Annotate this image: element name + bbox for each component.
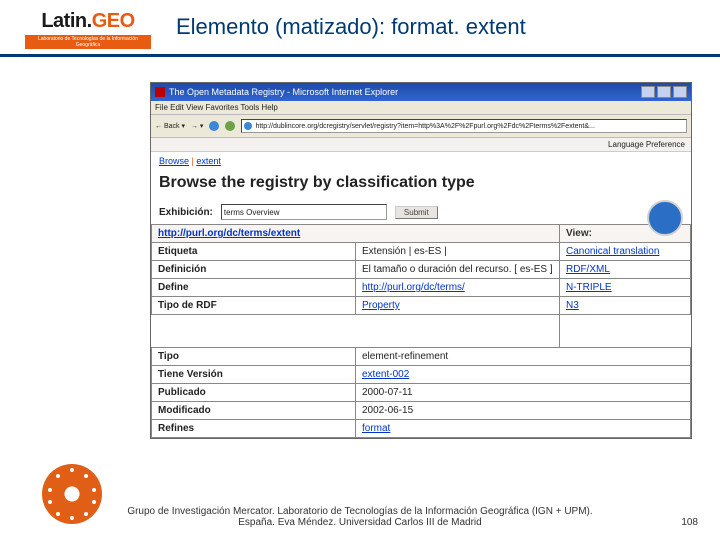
forward-button[interactable]: → ▾ — [191, 122, 203, 130]
window-title: The Open Metadata Registry - Microsoft I… — [169, 87, 398, 97]
slide-number: 108 — [681, 517, 698, 528]
view-link[interactable]: RDF/XML — [560, 261, 691, 279]
ie-toolbar: ← Back ▾ → ▾ http://dublincore.org/dcreg… — [151, 115, 691, 138]
row-val: Property — [356, 297, 560, 315]
back-button[interactable]: ← Back ▾ — [155, 122, 185, 130]
page-icon — [244, 122, 252, 130]
slide-footer: Grupo de Investigación Mercator. Laborat… — [0, 506, 720, 528]
row-val: Extensión | es-ES | — [356, 243, 560, 261]
page-heading: Browse the registry by classification ty… — [151, 170, 691, 202]
maximize-icon[interactable] — [657, 86, 671, 98]
dcmi-globe-logo — [647, 200, 683, 236]
close-icon[interactable] — [673, 86, 687, 98]
ie-icon — [155, 87, 165, 97]
exhibition-submit[interactable]: Submit — [395, 206, 438, 219]
row-val: 2002-06-15 — [356, 402, 691, 420]
row-key: Tipo — [152, 348, 356, 366]
exhibition-label: Exhibición: — [159, 207, 213, 218]
logo-subtitle: Laboratorio de Tecnologías de la Informa… — [25, 35, 151, 49]
row-key: Refines — [152, 420, 356, 438]
row-key: Tipo de RDF — [152, 297, 356, 315]
view-link[interactable]: N-TRIPLE — [560, 279, 691, 297]
row-val: format — [356, 420, 691, 438]
latingeo-logo: Latin.GEO Laboratorio de Tecnologías de … — [18, 5, 158, 53]
language-preference-link[interactable]: Language Preference — [151, 138, 691, 152]
row-val: element-refinement — [356, 348, 691, 366]
ie-menubar[interactable]: File Edit View Favorites Tools Help — [151, 101, 691, 115]
browser-screenshot: The Open Metadata Registry - Microsoft I… — [150, 82, 692, 439]
footer-line2: España. Eva Méndez. Universidad Carlos I… — [0, 517, 720, 528]
term-url-header: http://purl.org/dc/terms/extent — [152, 225, 560, 243]
row-key: Tiene Versión — [152, 366, 356, 384]
row-key: Definición — [152, 261, 356, 279]
logo-text: Latin.GEO — [41, 10, 134, 33]
page-content: Language Preference Browse | extent Brow… — [151, 138, 691, 438]
row-val: 2000-07-11 — [356, 384, 691, 402]
logo-word-geo: GEO — [92, 10, 135, 32]
row-key: Modificado — [152, 402, 356, 420]
minimize-icon[interactable] — [641, 86, 655, 98]
row-key: Define — [152, 279, 356, 297]
window-controls — [641, 86, 687, 98]
breadcrumb: Browse | extent — [151, 152, 691, 170]
view-link[interactable]: N3 — [560, 297, 691, 315]
row-key: Publicado — [152, 384, 356, 402]
crumb-browse[interactable]: Browse — [159, 156, 189, 166]
ie-titlebar: The Open Metadata Registry - Microsoft I… — [151, 83, 691, 101]
slide-header: Latin.GEO Laboratorio de Tecnologías de … — [0, 0, 720, 57]
view-link[interactable]: Canonical translation — [560, 243, 691, 261]
crumb-extent[interactable]: extent — [196, 156, 221, 166]
row-val: http://purl.org/dc/terms/ — [356, 279, 560, 297]
address-url: http://dublincore.org/dcregistry/servlet… — [255, 123, 594, 130]
row-key: Etiqueta — [152, 243, 356, 261]
footer-line1: Grupo de Investigación Mercator. Laborat… — [0, 506, 720, 517]
logo-word-latin: Latin. — [41, 10, 91, 32]
row-val: extent-002 — [356, 366, 691, 384]
exhibition-select[interactable]: terms Overview — [221, 204, 387, 220]
refresh-icon[interactable] — [225, 121, 235, 131]
address-bar[interactable]: http://dublincore.org/dcregistry/servlet… — [241, 119, 687, 133]
slide: Latin.GEO Laboratorio de Tecnologías de … — [0, 0, 720, 540]
exhibition-row: Exhibición: terms Overview Submit — [151, 202, 691, 224]
stop-icon[interactable] — [209, 121, 219, 131]
row-val: El tamaño o duración del recurso. [ es-E… — [356, 261, 560, 279]
slide-title: Elemento (matizado): format. extent — [168, 14, 526, 40]
term-table: http://purl.org/dc/terms/extent View: Et… — [151, 224, 691, 438]
